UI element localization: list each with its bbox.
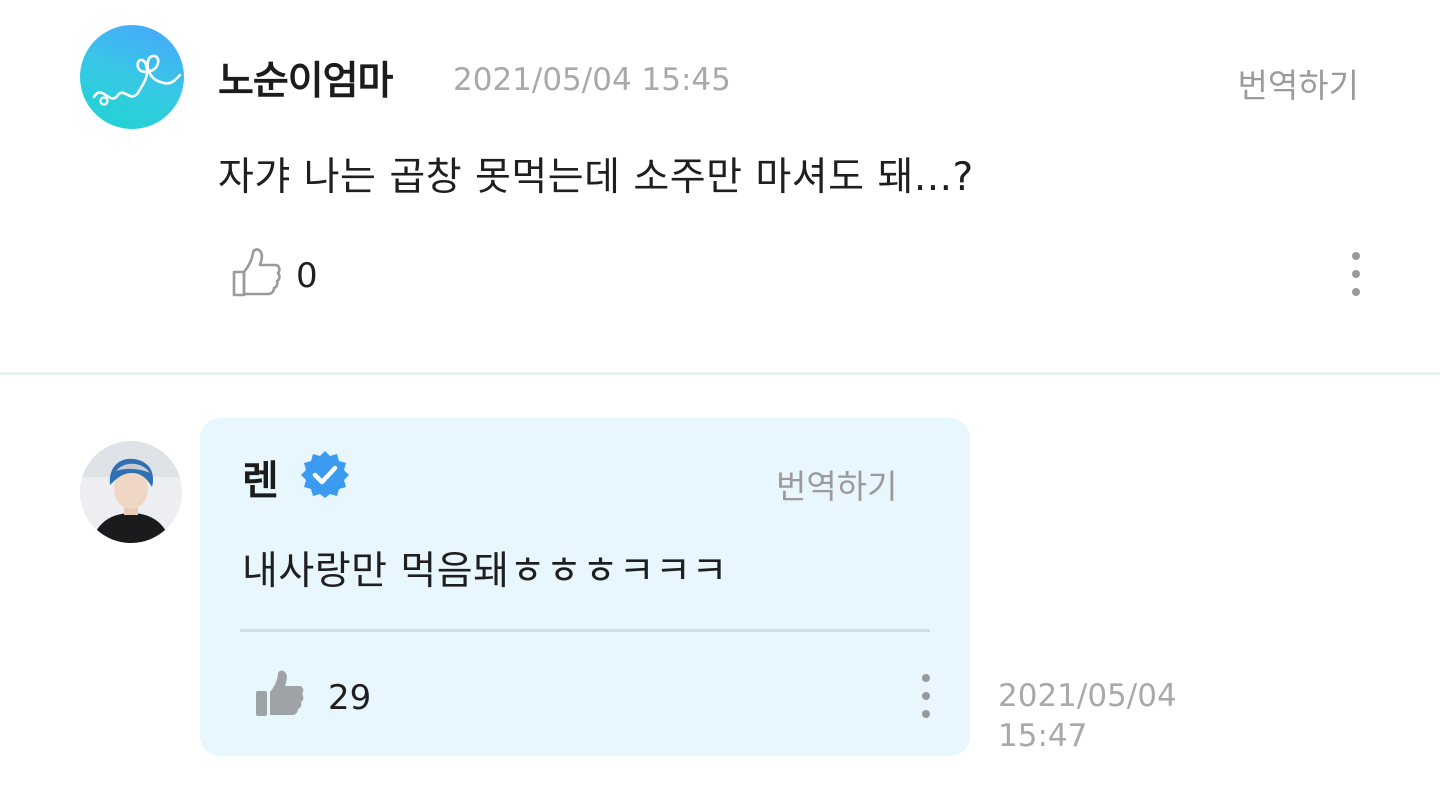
reply-timestamp: 2021/05/04 15:47 bbox=[998, 676, 1177, 756]
verified-badge-icon bbox=[300, 449, 350, 499]
commenter-avatar[interactable] bbox=[80, 25, 184, 129]
more-vertical-icon[interactable] bbox=[916, 672, 936, 720]
comment-translate-button[interactable]: 번역하기 bbox=[1238, 59, 1359, 107]
reply-time: 15:47 bbox=[998, 718, 1088, 754]
comment-like-count: 0 bbox=[296, 256, 318, 296]
more-vertical-icon[interactable] bbox=[1346, 250, 1366, 298]
comment-thread: 노순이엄마 2021/05/04 15:45 번역하기 자갸 나는 곱창 못먹는… bbox=[0, 0, 1440, 787]
comment-timestamp: 2021/05/04 15:45 bbox=[453, 62, 731, 98]
commenter-name[interactable]: 노순이엄마 bbox=[218, 50, 393, 106]
reply-text: 내사랑만 먹음돼ㅎㅎㅎㅋㅋㅋ bbox=[242, 549, 728, 594]
replier-name[interactable]: 렌 bbox=[242, 448, 279, 506]
thumbs-up-outline-icon[interactable] bbox=[230, 248, 282, 298]
reply-date: 2021/05/04 bbox=[998, 678, 1177, 714]
replier-avatar[interactable] bbox=[80, 441, 182, 543]
reply-translate-button[interactable]: 번역하기 bbox=[776, 460, 897, 508]
thumbs-up-filled-icon[interactable] bbox=[254, 668, 306, 718]
reply-divider bbox=[240, 629, 930, 632]
comment-text: 자갸 나는 곱창 못먹는데 소주만 마셔도 돼...? bbox=[218, 155, 974, 200]
comment-divider bbox=[0, 372, 1440, 375]
reply-like-count: 29 bbox=[328, 678, 372, 718]
